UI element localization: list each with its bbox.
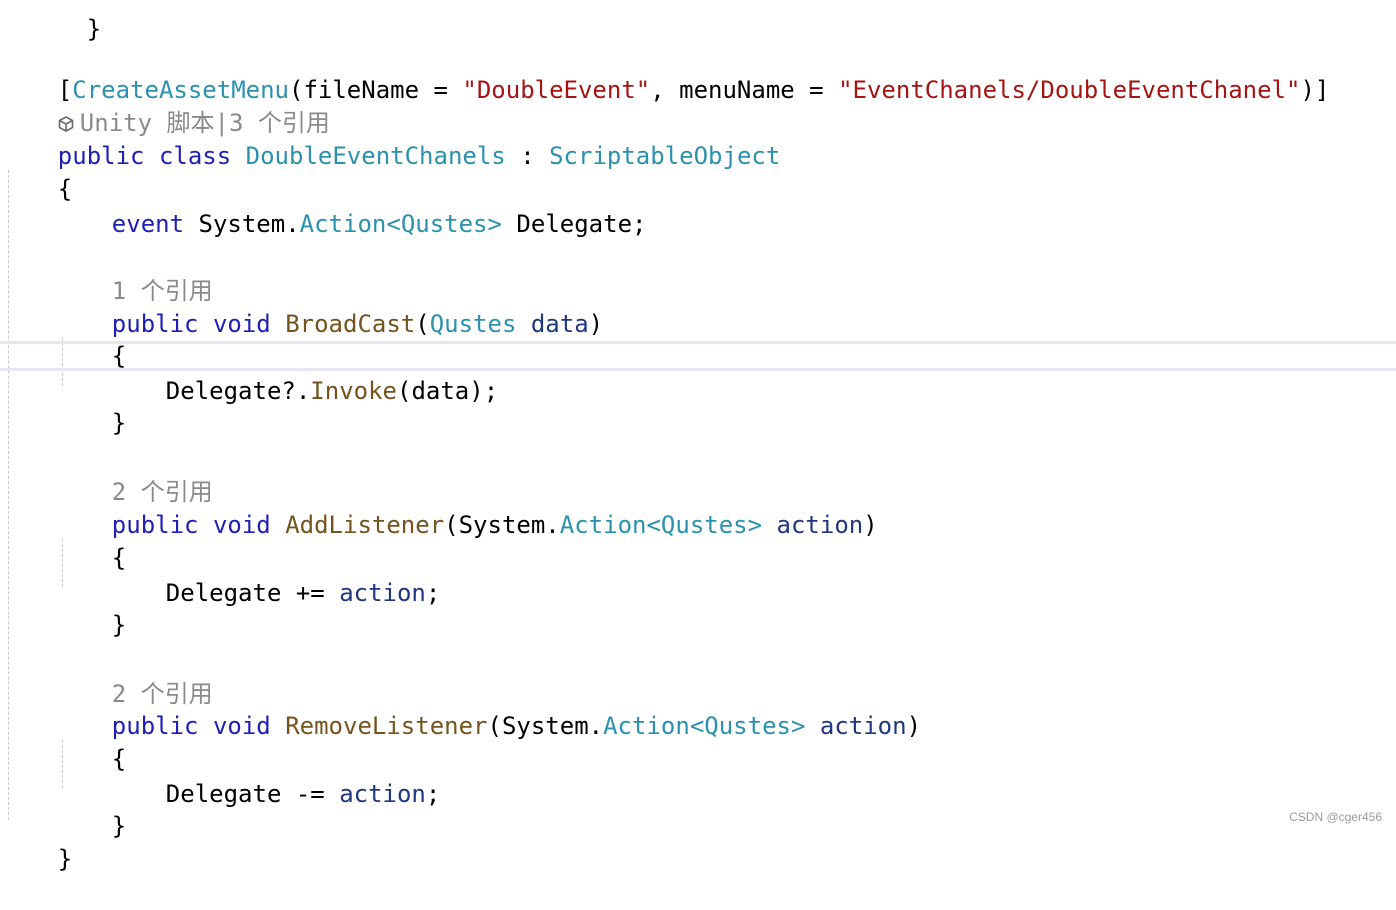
delegate-remove: Delegate -= — [165, 780, 340, 808]
paren-close: ) — [588, 310, 604, 338]
code-line-removelistener-open: { — [111, 745, 127, 773]
angle-close: > — [790, 712, 806, 740]
keyword-void: void — [212, 712, 271, 740]
param-name: data — [530, 310, 589, 338]
attribute-param-2: , menuName = — [650, 76, 839, 104]
code-line-removelistener-close: } — [111, 812, 127, 840]
method-name: AddListener — [285, 511, 445, 539]
namespace: System. — [501, 712, 604, 740]
angle-open: < — [386, 210, 401, 238]
delegate-ref: Delegate?. — [165, 377, 311, 405]
param-name: action — [776, 511, 864, 539]
type-action: Action — [299, 210, 387, 238]
method-name: BroadCast — [285, 310, 416, 338]
keyword-class: class — [158, 142, 232, 170]
class-name: DoubleEventChanels — [245, 142, 506, 170]
attribute-value-1: "DoubleEvent" — [462, 76, 651, 104]
codelens-addlistener[interactable]: 2 个引用 — [54, 441, 213, 506]
keyword-void: void — [212, 511, 271, 539]
paren-open: ( — [487, 712, 502, 740]
param-name: action — [819, 712, 907, 740]
keyword-void: void — [212, 310, 271, 338]
paren-open: ( — [444, 511, 459, 539]
semicolon: ; — [425, 780, 441, 808]
angle-close: > — [747, 511, 763, 539]
code-line-addlistener-open: { — [111, 544, 127, 572]
delegate-add: Delegate += — [165, 579, 340, 607]
action-ref: action — [339, 780, 426, 808]
code-line-broadcast-body: Delegate?.Invoke(data); — [108, 340, 498, 405]
namespace: System. — [198, 210, 300, 238]
code-line-event: event System.Action<Qustes> Delegate; — [54, 173, 647, 238]
angle-open: < — [689, 712, 705, 740]
invoke-args: (data); — [397, 377, 499, 405]
indent-guide-class — [8, 170, 9, 820]
bracket-close: )] — [1300, 76, 1330, 104]
semicolon: ; — [425, 579, 441, 607]
code-line-broadcast-close: } — [111, 409, 127, 437]
angle-open: < — [646, 511, 661, 539]
field-name: Delegate; — [501, 210, 647, 238]
watermark: CSDN @cger456 — [1289, 810, 1382, 824]
attribute-value-2: "EventChanels/DoubleEventChanel" — [838, 76, 1301, 104]
paren-close: ) — [863, 511, 878, 539]
code-line-addlistener-close: } — [111, 611, 127, 639]
invoke-call: Invoke — [310, 377, 397, 405]
code-line-class-close: } — [57, 845, 73, 873]
codelens-removelistener[interactable]: 2 个引用 — [54, 643, 213, 708]
code-line-partial: } — [57, 15, 102, 43]
code-line-broadcast-decl: public void BroadCast(Qustes data) — [54, 273, 603, 338]
type-action: Action — [603, 712, 690, 740]
paren-close: ) — [906, 712, 922, 740]
code-line-addlistener-decl: public void AddListener(System.Action<Qu… — [54, 474, 878, 539]
type-qustes: Qustes — [400, 210, 488, 238]
codelens-broadcast[interactable]: 1 个引用 — [54, 240, 213, 305]
angle-close: > — [487, 210, 502, 238]
keyword-event: event — [111, 210, 185, 238]
method-name: RemoveListener — [285, 712, 488, 740]
param-type: Qustes — [429, 310, 517, 338]
code-line-attribute: [CreateAssetMenu(fileName = "DoubleEvent… — [0, 39, 1330, 104]
type-qustes: Qustes — [704, 712, 791, 740]
codelens-class[interactable]: Unity 脚本|3 个引用 — [0, 72, 330, 137]
paren-open: ( — [415, 310, 430, 338]
base-class: ScriptableObject — [549, 142, 781, 170]
code-line-class-decl: public class DoubleEventChanels : Script… — [0, 105, 781, 170]
code-line-removelistener-body: Delegate -= action; — [108, 743, 441, 808]
code-line-class-open: { — [0, 138, 72, 203]
type-qustes: Qustes — [660, 511, 748, 539]
code-line-addlistener-body: Delegate += action; — [108, 542, 441, 607]
type-action: Action — [559, 511, 647, 539]
code-line-broadcast-open: { — [111, 342, 127, 370]
code-line-removelistener-decl: public void RemoveListener(System.Action… — [54, 675, 921, 740]
namespace: System. — [458, 511, 560, 539]
action-ref: action — [339, 579, 426, 607]
inherit-sep: : — [505, 142, 550, 170]
